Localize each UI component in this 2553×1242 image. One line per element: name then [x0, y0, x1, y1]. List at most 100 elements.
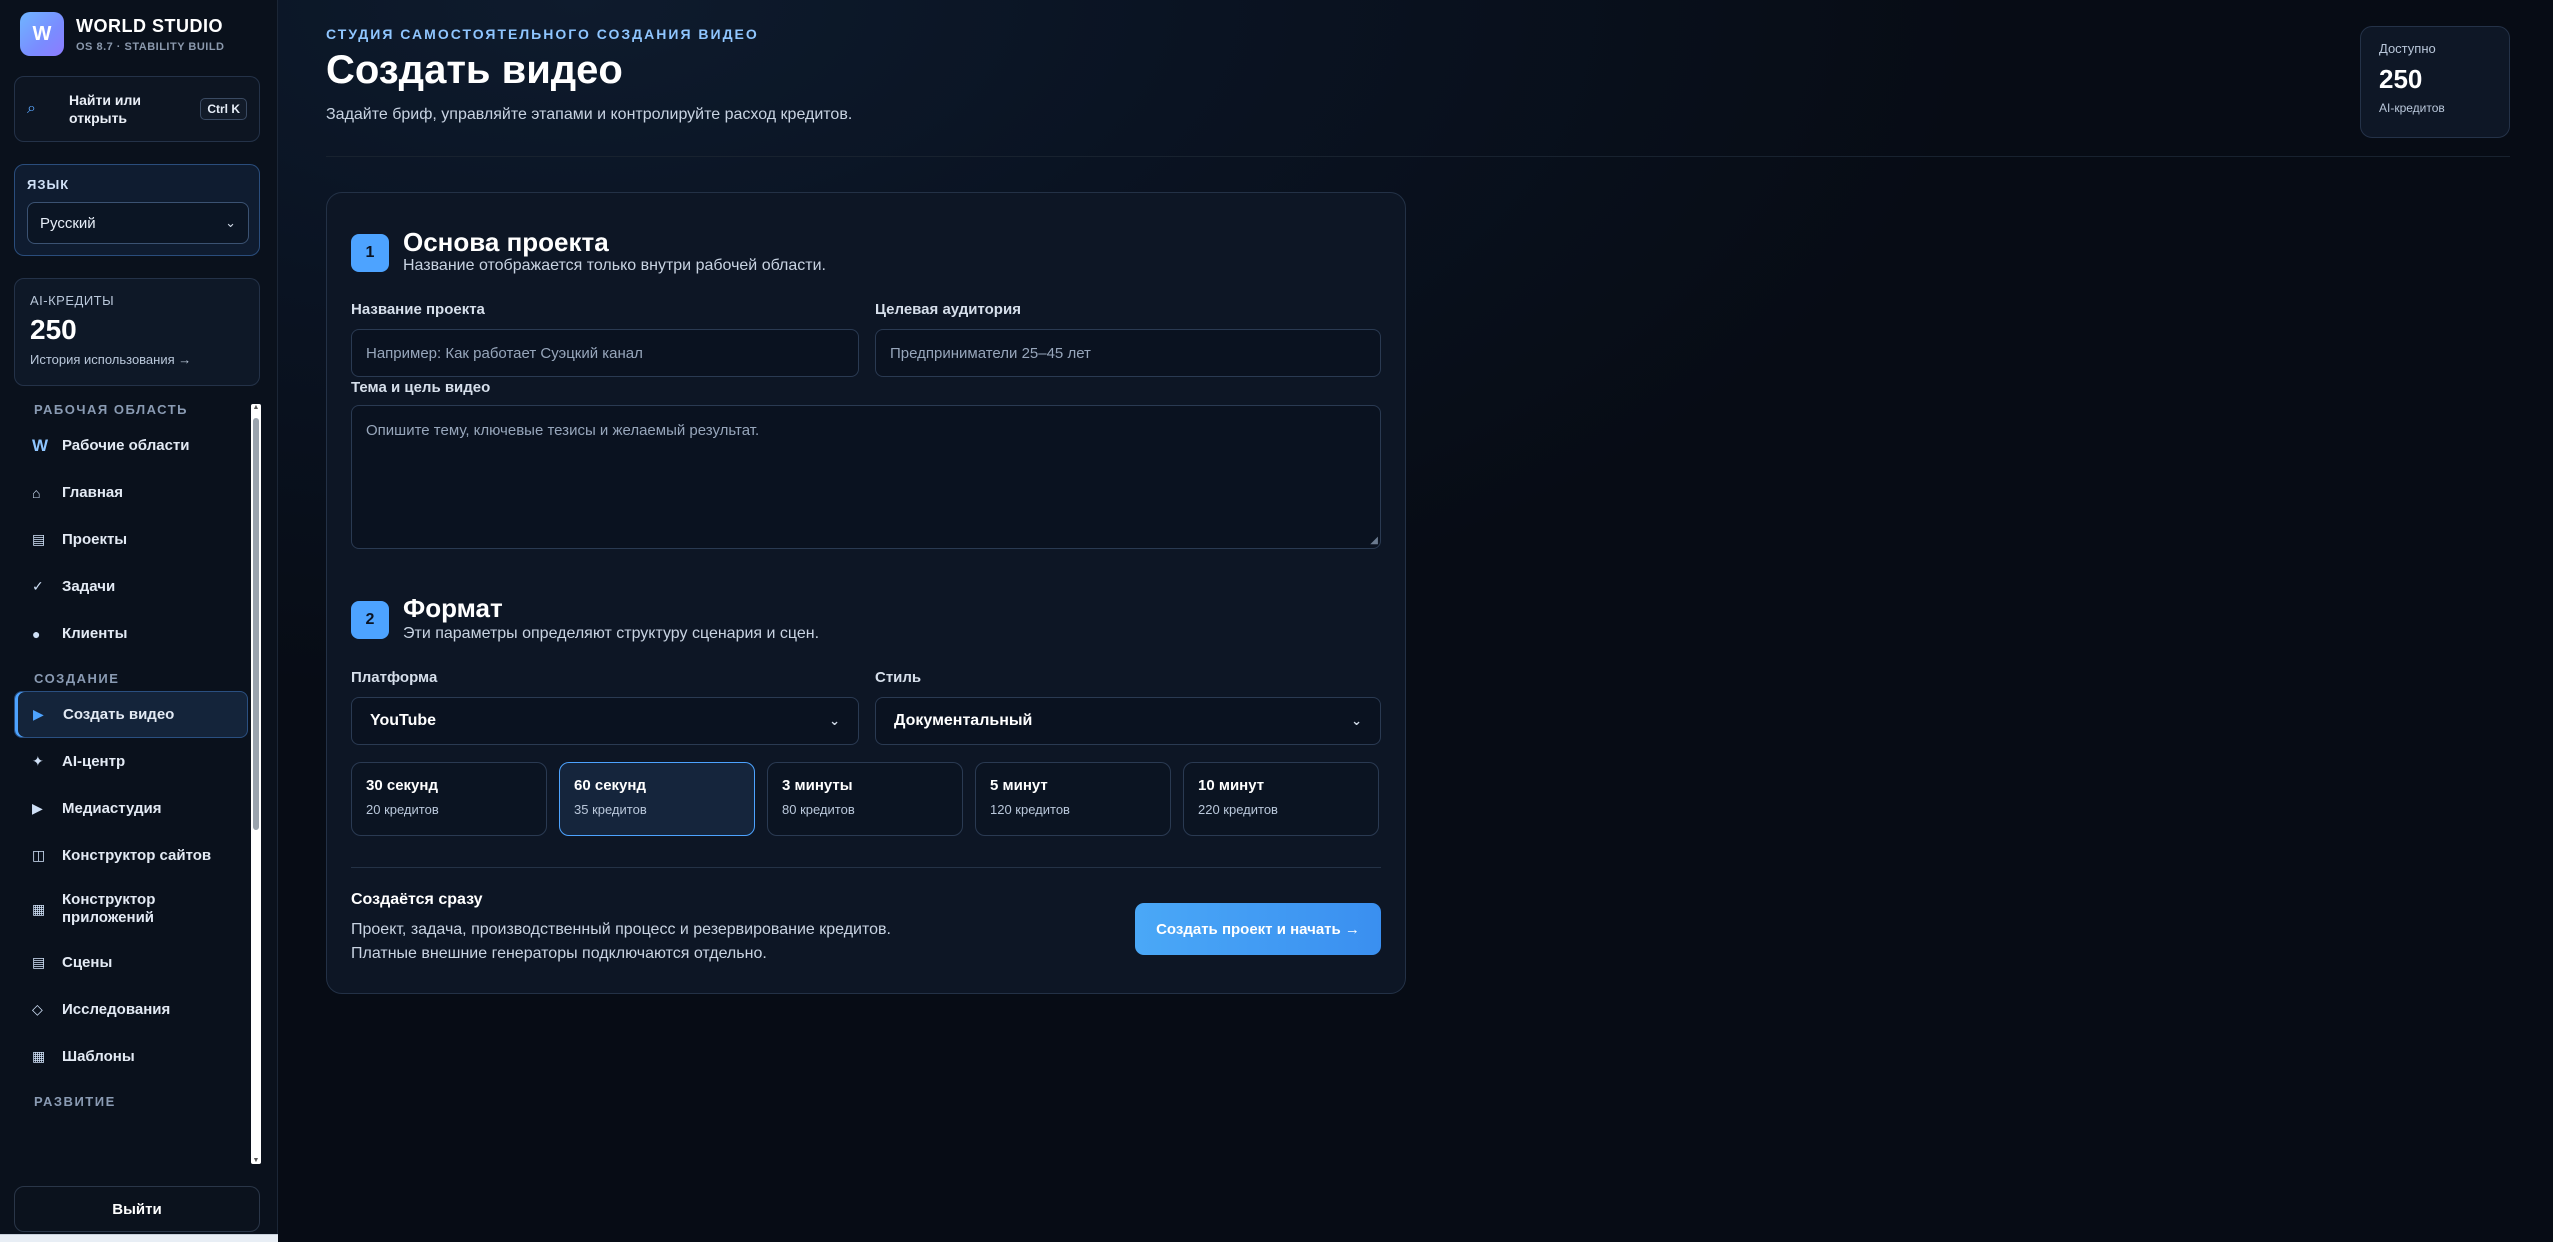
sidebar-item-label: Клиенты	[62, 625, 128, 642]
sidebar-item-workspaces[interactable]: W Рабочие области	[14, 422, 248, 469]
sidebar-item-ai-center[interactable]: ✦ AI-центр	[14, 738, 248, 785]
sidebar-item-create-video[interactable]: ▶ Создать видео	[14, 691, 248, 738]
sidebar-item-label: Медиастудия	[62, 800, 162, 817]
duration-option-60s[interactable]: 60 секунд 35 кредитов	[559, 762, 755, 836]
search-label: Найти или открыть	[69, 92, 141, 126]
scrollbar-thumb[interactable]	[253, 418, 259, 830]
summary-title: Создаётся сразу	[351, 891, 483, 908]
brand-subtitle: OS 8.7 · STABILITY BUILD	[76, 40, 225, 53]
credits-value: 250	[30, 314, 77, 345]
sidebar-item-clients[interactable]: ● Клиенты	[14, 610, 248, 657]
summary-line-2: Платные внешние генераторы подключаются …	[351, 945, 767, 962]
duration-option-10m[interactable]: 10 минут 220 кредитов	[1183, 762, 1379, 836]
home-icon: ⌂	[32, 484, 41, 501]
form-divider	[351, 867, 1381, 868]
duration-title: 30 секунд	[366, 777, 438, 794]
style-label: Стиль	[875, 669, 922, 686]
logout-button[interactable]: Выйти	[14, 1186, 260, 1232]
page-eyebrow: СТУДИЯ САМОСТОЯТЕЛЬНОГО СОЗДАНИЯ ВИДЕО	[326, 26, 759, 42]
audience-input[interactable]: Предприниматели 25–45 лет	[875, 329, 1381, 377]
list-icon: ▤	[32, 954, 46, 970]
audience-label: Целевая аудитория	[875, 301, 1021, 318]
grid-icon: ▦	[32, 900, 46, 917]
duration-option-30s[interactable]: 30 секунд 20 кредитов	[351, 762, 547, 836]
sidebar-item-tasks[interactable]: ✓ Задачи	[14, 563, 248, 610]
summary-line-1: Проект, задача, производственный процесс…	[351, 921, 891, 938]
duration-cost: 80 кредитов	[782, 802, 855, 817]
nav-section-workspace: РАБОЧАЯ ОБЛАСТЬ	[34, 402, 189, 417]
project-name-input[interactable]: Например: Как работает Суэцкий канал	[351, 329, 859, 377]
duration-cost: 35 кредитов	[574, 802, 647, 817]
platform-value: YouTube	[370, 712, 437, 729]
sidebar-scrollbar[interactable]: ▲ ▼	[251, 404, 261, 1164]
scroll-down-icon[interactable]: ▼	[252, 1157, 260, 1164]
sidebar-item-home[interactable]: ⌂ Главная	[14, 469, 248, 516]
shortcut-badge: Ctrl K	[200, 98, 247, 120]
step-2-title: Формат	[403, 593, 503, 623]
search-button[interactable]: ⌕ Найти или открыть Ctrl K	[14, 76, 260, 142]
language-box: ЯЗЫК Русский ⌄	[14, 164, 260, 256]
usage-history-link[interactable]: История использования →	[30, 352, 244, 367]
create-video-form: 1 Основа проекта Название отображается т…	[326, 192, 1406, 994]
sidebar-item-projects[interactable]: ▤ Проекты	[14, 516, 248, 563]
sidebar-item-label: Шаблоны	[62, 1048, 135, 1065]
sidebar-nav: РАБОЧАЯ ОБЛАСТЬ W Рабочие области ⌂ Глав…	[14, 398, 262, 1164]
brand[interactable]: W WORLD STUDIO OS 8.7 · STABILITY BUILD	[20, 12, 225, 56]
sidebar-item-research[interactable]: ◇ Исследования	[14, 986, 248, 1033]
nav-section-create: СОЗДАНИЕ	[34, 671, 120, 686]
chevron-down-icon: ⌄	[225, 215, 236, 230]
sidebar-item-label: Рабочие области	[62, 437, 190, 454]
play-icon: ▶	[33, 706, 44, 722]
duration-option-3m[interactable]: 3 минуты 80 кредитов	[767, 762, 963, 836]
sidebar-item-scenes[interactable]: ▤ Сцены	[14, 939, 248, 986]
available-credits-card: Доступно 250 AI-кредитов	[2360, 26, 2510, 138]
duration-title: 60 секунд	[574, 777, 646, 794]
layout-icon: ◫	[32, 847, 46, 863]
check-icon: ✓	[32, 578, 44, 594]
sparkle-icon: ✦	[32, 753, 44, 769]
sidebar-item-templates[interactable]: ▦ Шаблоны	[14, 1033, 248, 1080]
main-content: СТУДИЯ САМОСТОЯТЕЛЬНОГО СОЗДАНИЯ ВИДЕО С…	[278, 0, 2553, 1242]
platform-label: Платформа	[351, 669, 438, 686]
sidebar-item-label: Исследования	[62, 1001, 171, 1018]
folder-icon: ▤	[32, 531, 46, 547]
user-icon: ●	[32, 625, 41, 642]
sidebar-item-site-builder[interactable]: ◫ Конструктор сайтов	[14, 832, 248, 879]
available-label: Доступно	[2379, 41, 2436, 56]
style-select[interactable]: Документальный ⌄	[875, 697, 1381, 745]
duration-title: 3 минуты	[782, 777, 853, 794]
scroll-up-icon[interactable]: ▲	[252, 404, 260, 411]
page-description: Задайте бриф, управляйте этапами и контр…	[326, 106, 853, 123]
platform-select[interactable]: YouTube ⌄	[351, 697, 859, 745]
topic-textarea[interactable]: Опишите тему, ключевые тезисы и желаемый…	[351, 405, 1381, 549]
template-icon: ▦	[32, 1048, 46, 1064]
brand-logo: W	[20, 12, 64, 56]
search-icon: ⌕	[27, 100, 36, 117]
resize-grip-icon[interactable]: ◢	[1370, 535, 1378, 546]
workspace-icon: W	[32, 435, 49, 455]
sidebar-item-label: AI-центр	[62, 753, 126, 770]
diamond-icon: ◇	[32, 1001, 43, 1017]
language-select[interactable]: Русский ⌄	[27, 202, 249, 244]
duration-cost: 120 кредитов	[990, 802, 1070, 817]
sidebar-item-label: Конструктор сайтов	[62, 847, 212, 864]
sidebar-item-label: Проекты	[62, 531, 128, 548]
brand-title: WORLD STUDIO	[76, 15, 223, 36]
step-1-title: Основа проекта	[403, 227, 609, 257]
sidebar-item-app-builder[interactable]: ▦ Конструктор приложений	[14, 879, 248, 939]
duration-title: 5 минут	[990, 777, 1048, 794]
step-1-subtitle: Название отображается только внутри рабо…	[403, 257, 826, 274]
page-title: Создать видео	[326, 48, 623, 92]
status-bar	[0, 1234, 298, 1242]
duration-cost: 20 кредитов	[366, 802, 439, 817]
credits-card: AI-КРЕДИТЫ 250 История использования →	[14, 278, 260, 386]
sidebar-item-label: Сцены	[62, 954, 113, 971]
chevron-down-icon: ⌄	[1351, 713, 1362, 728]
topic-placeholder: Опишите тему, ключевые тезисы и желаемый…	[366, 422, 760, 439]
play-icon: ▶	[32, 800, 43, 816]
create-project-button[interactable]: Создать проект и начать →	[1135, 903, 1381, 955]
header-divider	[326, 156, 2510, 157]
sidebar-item-media-studio[interactable]: ▶ Медиастудия	[14, 785, 248, 832]
duration-option-5m[interactable]: 5 минут 120 кредитов	[975, 762, 1171, 836]
project-name-label: Название проекта	[351, 301, 485, 318]
